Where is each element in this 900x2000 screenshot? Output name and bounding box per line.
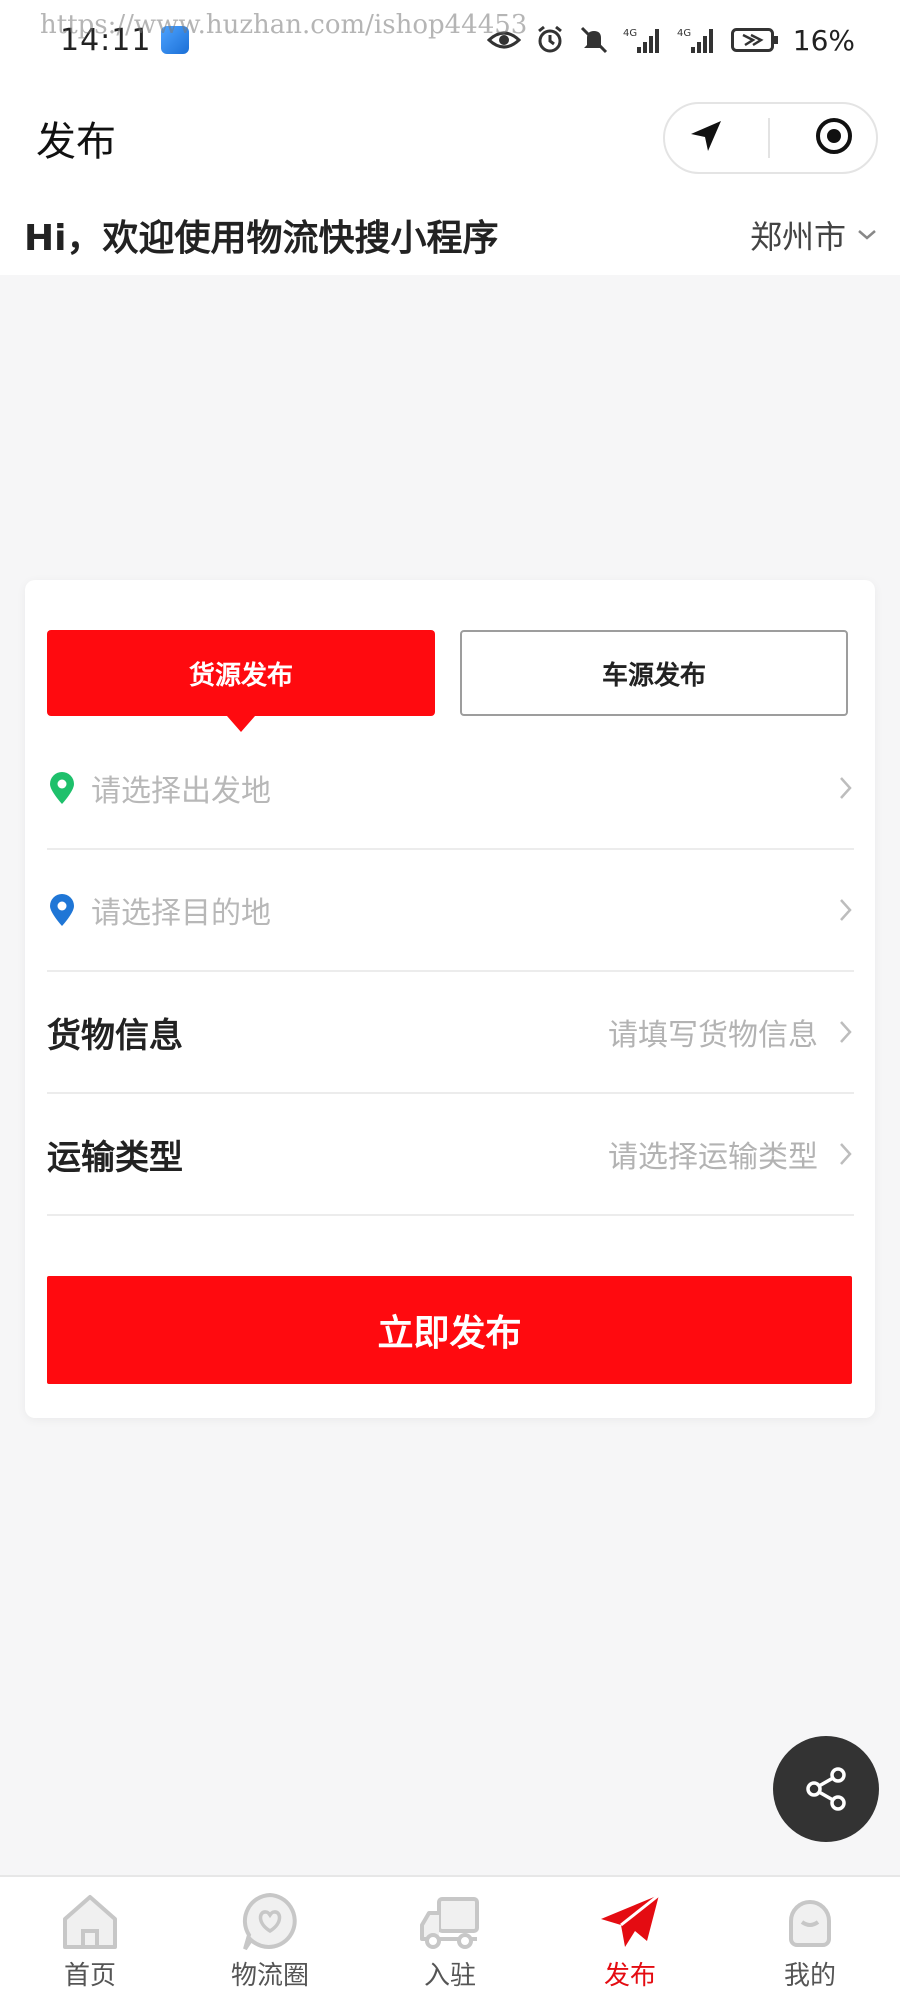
city-selector[interactable]: 郑州市 bbox=[750, 212, 878, 258]
svg-text:4G: 4G bbox=[623, 28, 637, 39]
goods-info-row[interactable]: 货物信息 请填写货物信息 bbox=[47, 972, 854, 1094]
location-button[interactable] bbox=[687, 117, 725, 159]
publish-now-button[interactable]: 立即发布 bbox=[47, 1276, 852, 1384]
profile-icon bbox=[789, 1900, 831, 1947]
goods-info-placeholder: 请填写货物信息 bbox=[608, 1018, 818, 1053]
status-bar: 14:11 https://www.huzhan.com/ishop44453 … bbox=[0, 0, 900, 80]
tab-join-label: 入驻 bbox=[423, 1961, 476, 1991]
mute-icon bbox=[580, 26, 607, 54]
bottom-tab-bar: 首页 物流圈 入驻 发布 我的 bbox=[0, 1875, 900, 2000]
greeting-bar: Hi，欢迎使用物流快搜小程序 郑州市 bbox=[0, 195, 900, 275]
destination-placeholder: 请选择目的地 bbox=[91, 896, 271, 931]
svg-text:4G: 4G bbox=[677, 28, 691, 39]
chevron-down-icon bbox=[858, 230, 876, 240]
watermark-text: https://www.huzhan.com/ishop44453 bbox=[40, 10, 528, 40]
tab-join[interactable]: 入驻 bbox=[360, 1877, 540, 2000]
chevron-right-icon bbox=[840, 777, 852, 799]
chevron-right-icon bbox=[840, 1143, 852, 1165]
transport-type-row[interactable]: 运输类型 请选择运输类型 bbox=[47, 1094, 854, 1216]
tab-publish[interactable]: 发布 bbox=[540, 1877, 720, 2000]
transport-type-placeholder: 请选择运输类型 bbox=[608, 1140, 818, 1175]
status-icons: 4G 4G 16% bbox=[486, 23, 855, 57]
capsule-divider bbox=[768, 117, 771, 158]
tab-home-label: 首页 bbox=[63, 1961, 116, 1991]
goods-info-label: 货物信息 bbox=[47, 1015, 183, 1056]
chevron-right-icon bbox=[840, 899, 852, 921]
publish-page: 14:11 https://www.huzhan.com/ishop44453 … bbox=[0, 0, 900, 2000]
truck-icon bbox=[420, 1897, 479, 1949]
tab-home[interactable]: 首页 bbox=[0, 1877, 180, 2000]
share-button[interactable] bbox=[773, 1736, 879, 1842]
miniprogram-capsule bbox=[663, 101, 878, 174]
close-miniprogram-button[interactable] bbox=[814, 116, 854, 160]
greeting-text: Hi，欢迎使用物流快搜小程序 bbox=[24, 218, 499, 259]
tab-logistics-circle[interactable]: 物流圈 bbox=[180, 1877, 360, 2000]
chevron-right-icon bbox=[840, 1021, 852, 1043]
transport-type-label: 运输类型 bbox=[47, 1137, 183, 1178]
city-label: 郑州市 bbox=[749, 218, 846, 256]
heart-chat-icon bbox=[242, 1892, 297, 1951]
publish-type-tabs: 货源发布 车源发布 bbox=[47, 630, 852, 716]
battery-icon bbox=[730, 28, 778, 52]
origin-pin-icon bbox=[50, 772, 74, 804]
tab-mine-label: 我的 bbox=[783, 1961, 836, 1991]
share-icon bbox=[806, 1767, 846, 1811]
signal-4g-icon: 4G bbox=[623, 28, 659, 53]
tab-cargo-publish[interactable]: 货源发布 bbox=[47, 630, 435, 716]
origin-row[interactable]: 请选择出发地 bbox=[47, 728, 854, 850]
paper-plane-icon bbox=[601, 1893, 660, 1947]
nav-bar: 发布 bbox=[0, 80, 900, 195]
tab-mine[interactable]: 我的 bbox=[720, 1877, 900, 2000]
battery-percent: 16% bbox=[792, 23, 855, 57]
destination-pin-icon bbox=[50, 894, 74, 926]
tab-logistics-circle-label: 物流圈 bbox=[230, 1961, 309, 1991]
location-arrow-icon bbox=[690, 120, 721, 151]
publish-form-card: 货源发布 车源发布 请选择出发地 请选择目的地 货物信息 请填写货物信息 运输类… bbox=[25, 580, 875, 1418]
tab-publish-label: 发布 bbox=[603, 1961, 656, 1991]
record-circle-icon bbox=[816, 117, 853, 154]
page-title: 发布 bbox=[36, 118, 116, 165]
home-icon bbox=[63, 1895, 117, 1949]
alarm-icon bbox=[537, 25, 562, 53]
tab-vehicle-publish[interactable]: 车源发布 bbox=[460, 630, 848, 716]
signal-4g-icon: 4G bbox=[677, 28, 713, 53]
origin-placeholder: 请选择出发地 bbox=[91, 774, 271, 809]
destination-row[interactable]: 请选择目的地 bbox=[47, 850, 854, 972]
